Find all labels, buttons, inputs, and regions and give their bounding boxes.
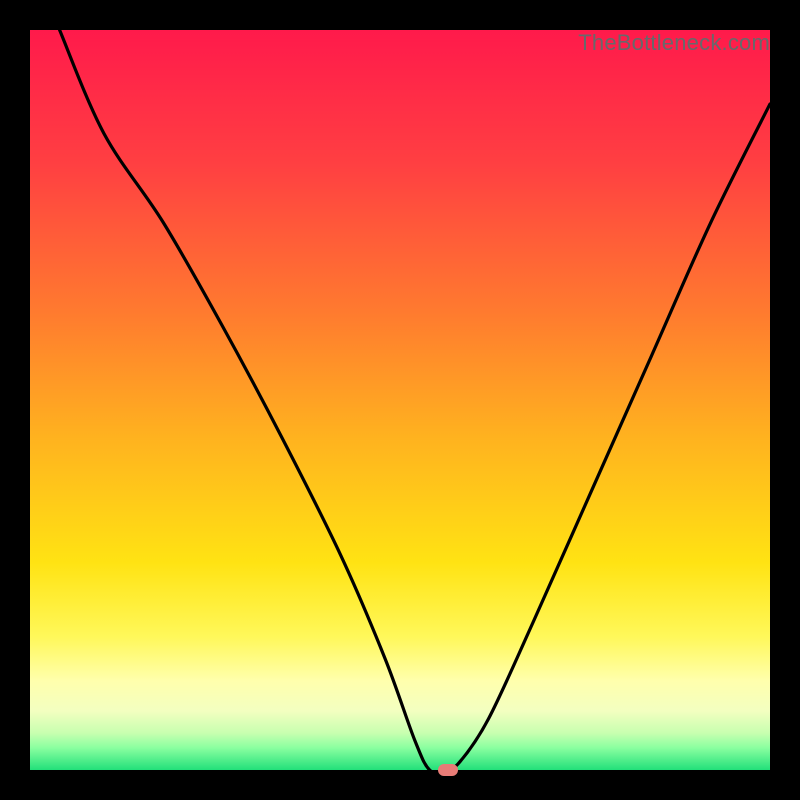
watermark-text: TheBottleneck.com [578, 30, 770, 56]
chart-svg [30, 30, 770, 770]
gradient-background [30, 30, 770, 770]
plot-area [30, 30, 770, 770]
chart-frame: TheBottleneck.com [0, 0, 800, 800]
optimal-point-marker [438, 764, 458, 776]
